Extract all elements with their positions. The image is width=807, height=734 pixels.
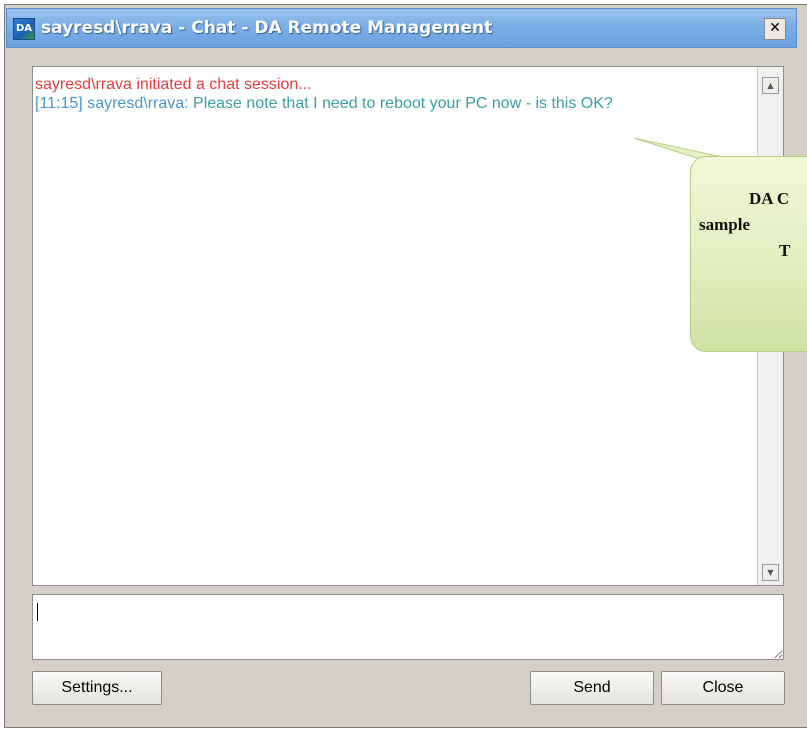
callout-line-3: T [779, 241, 791, 260]
message-input[interactable] [33, 595, 783, 659]
send-button[interactable]: Send [530, 671, 654, 705]
close-icon[interactable]: ✕ [764, 18, 786, 40]
title-bar[interactable]: DA sayresd\rrava - Chat - DA Remote Mana… [6, 8, 797, 48]
message-timestamp: [11:15] [35, 95, 83, 112]
message-compose-box[interactable] [32, 594, 784, 660]
close-button[interactable]: Close [661, 671, 785, 705]
callout-line-1: DA C [749, 189, 790, 208]
chat-log: sayresd\rrava initiated a chat session..… [32, 66, 784, 586]
annotation-callout: DA C sample T [690, 156, 807, 352]
settings-button[interactable]: Settings... [32, 671, 162, 705]
message-sender: sayresd\rrava: [87, 95, 189, 112]
app-icon: DA [13, 18, 35, 40]
callout-line-2: sample [699, 215, 750, 234]
chat-message: [11:15] sayresd\rrava: Please note that … [35, 94, 751, 113]
system-message: sayresd\rrava initiated a chat session..… [35, 76, 312, 93]
window-title: sayresd\rrava - Chat - DA Remote Managem… [41, 18, 493, 38]
scroll-up-arrow-icon[interactable]: ▲ [762, 77, 779, 94]
scroll-down-arrow-icon[interactable]: ▼ [762, 564, 779, 581]
message-text: Please note that I need to reboot your P… [193, 95, 613, 112]
chat-transcript: sayresd\rrava initiated a chat session..… [35, 75, 751, 113]
